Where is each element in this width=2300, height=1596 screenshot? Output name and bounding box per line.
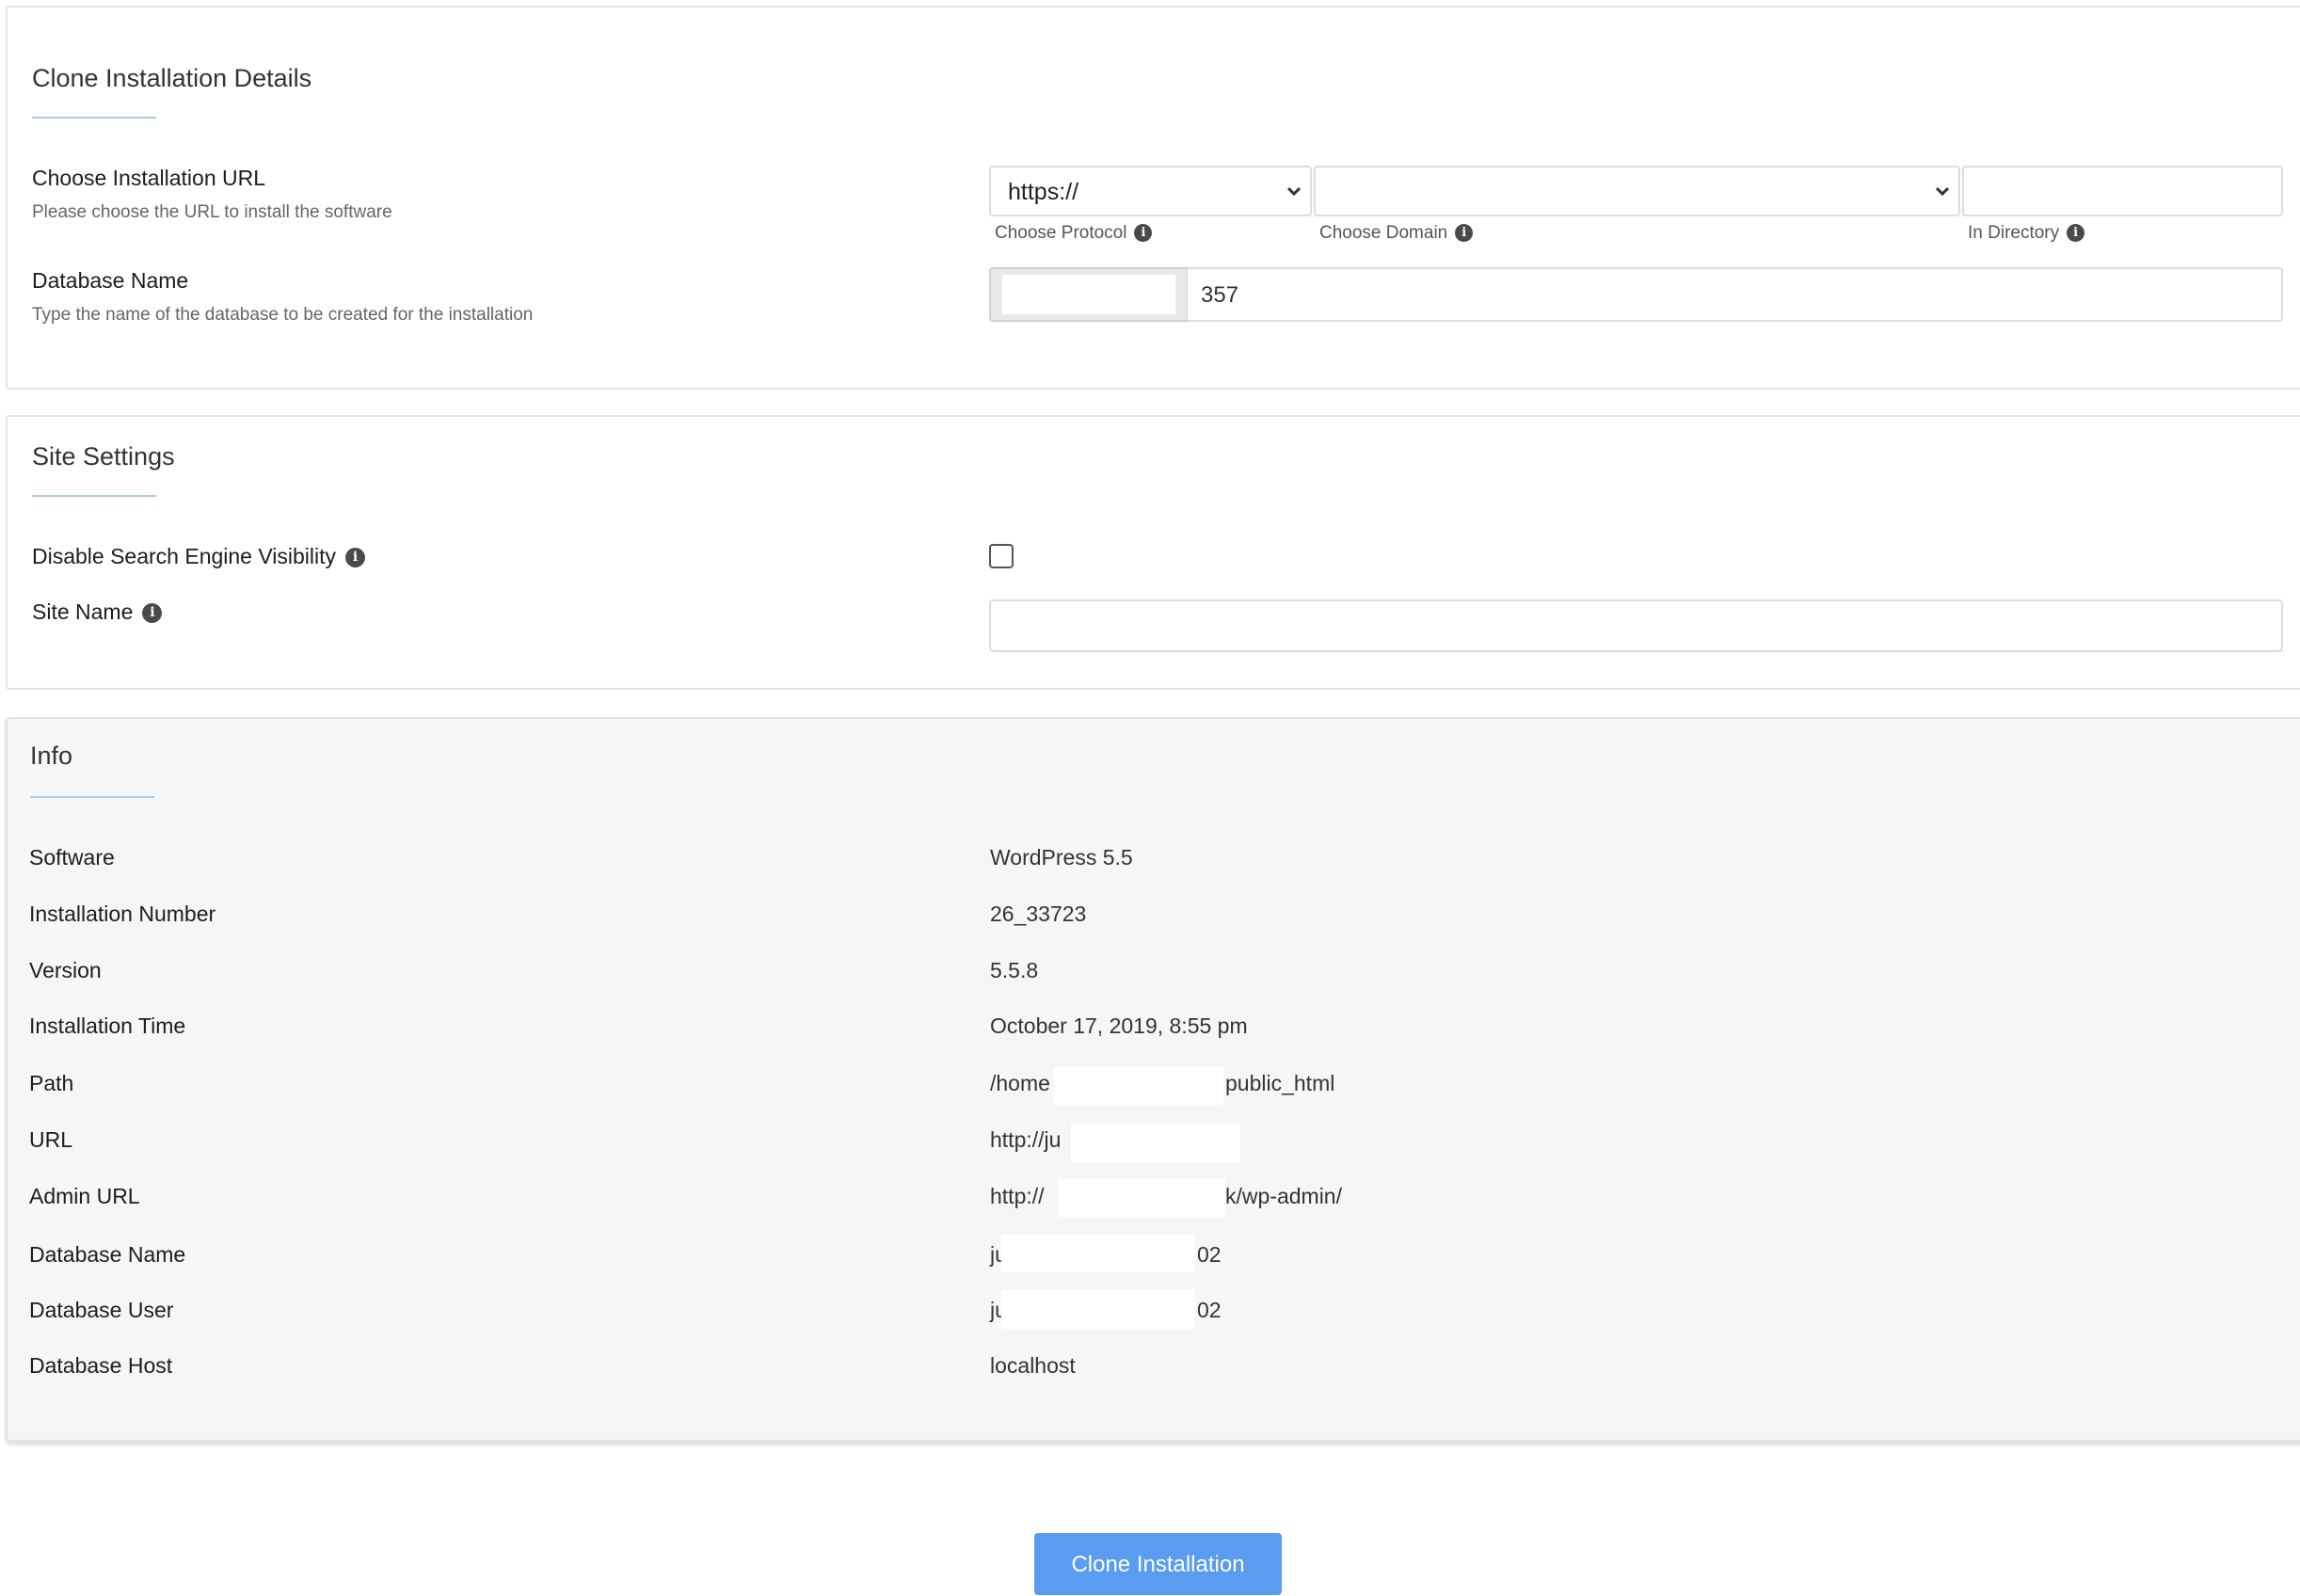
info-label-software: Software xyxy=(29,845,115,870)
search-visibility-label-text: Disable Search Engine Visibility xyxy=(32,544,337,568)
info-value-path: /home xyxy=(990,1071,1050,1095)
info-label-database-host: Database Host xyxy=(29,1353,173,1378)
panel-title-site-settings: Site Settings xyxy=(32,442,175,471)
panel-title-info: Info xyxy=(30,742,73,770)
info-circle-icon[interactable]: i xyxy=(1455,224,1474,243)
info-label-path: Path xyxy=(29,1071,74,1095)
info-label-admin-url: Admin URL xyxy=(29,1184,140,1208)
search-visibility-checkbox[interactable] xyxy=(989,544,1014,568)
chevron-down-icon xyxy=(1286,186,1302,197)
protocol-select[interactable]: https:// xyxy=(989,166,1312,216)
title-underline xyxy=(30,796,154,798)
search-visibility-label: Disable Search Engine Visibility i xyxy=(32,544,366,569)
directory-input[interactable] xyxy=(1962,166,2283,216)
domain-caption: Choose Domain i xyxy=(1319,223,1474,244)
redaction-block xyxy=(1001,1235,1195,1272)
site-name-label-text: Site Name xyxy=(32,599,134,624)
info-label-installation-number: Installation Number xyxy=(29,902,216,926)
info-circle-icon[interactable]: i xyxy=(345,548,366,568)
protocol-caption-text: Choose Protocol xyxy=(995,223,1127,243)
info-value-path-tail: public_html xyxy=(1225,1071,1335,1095)
database-prefix-field xyxy=(989,267,1189,322)
redaction-block xyxy=(1001,1289,1195,1329)
site-name-label: Site Name i xyxy=(32,599,163,625)
domain-caption-text: Choose Domain xyxy=(1319,223,1448,243)
chevron-down-icon xyxy=(1935,186,1950,197)
title-underline xyxy=(32,495,156,497)
database-prefix-value xyxy=(1002,275,1175,314)
info-label-version: Version xyxy=(29,958,102,982)
info-value-version: 5.5.8 xyxy=(990,958,1039,982)
database-name-label: Database Name xyxy=(32,268,189,293)
directory-caption: In Directory i xyxy=(1968,223,2085,244)
info-circle-icon[interactable]: i xyxy=(1134,224,1153,243)
panel-title-clone-details: Clone Installation Details xyxy=(32,64,312,92)
domain-select[interactable] xyxy=(1314,166,1960,216)
installation-url-help: Please choose the URL to install the sof… xyxy=(32,202,392,222)
redaction-block xyxy=(1054,1067,1223,1105)
info-label-installation-time: Installation Time xyxy=(29,1013,186,1038)
info-value-url: http://ju xyxy=(990,1127,1062,1152)
info-circle-icon[interactable]: i xyxy=(2067,224,2085,243)
database-name-help: Type the name of the database to be crea… xyxy=(32,305,534,325)
protocol-select-value: https:// xyxy=(1008,179,1079,205)
info-value-database-name-tail: 02 xyxy=(1197,1242,1222,1267)
database-name-value: 357 xyxy=(1201,282,1239,308)
info-label-url: URL xyxy=(29,1127,73,1152)
title-underline xyxy=(32,117,156,119)
info-label-database-name: Database Name xyxy=(29,1242,186,1267)
info-value-software: WordPress 5.5 xyxy=(990,845,1133,870)
clone-installation-button[interactable]: Clone Installation xyxy=(1034,1533,1282,1595)
info-value-installation-time: October 17, 2019, 8:55 pm xyxy=(990,1013,1248,1038)
info-value-admin-url-tail: k/wp-admin/ xyxy=(1225,1184,1342,1208)
info-value-database-user-tail: 02 xyxy=(1197,1298,1222,1322)
installation-url-label: Choose Installation URL xyxy=(32,166,266,190)
info-circle-icon[interactable]: i xyxy=(142,603,163,624)
site-name-input[interactable] xyxy=(989,599,2283,652)
redaction-block xyxy=(1058,1179,1225,1217)
info-value-database-host: localhost xyxy=(990,1353,1076,1378)
info-label-database-user: Database User xyxy=(29,1298,174,1322)
info-value-admin-url: http:// xyxy=(990,1184,1045,1208)
protocol-caption: Choose Protocol i xyxy=(995,223,1153,244)
clone-installation-page: Clone Installation Details Choose Instal… xyxy=(0,0,2300,1596)
info-value-installation-number: 26_33723 xyxy=(990,902,1087,926)
database-name-input[interactable]: 357 xyxy=(1188,267,2283,322)
redaction-block xyxy=(1071,1124,1240,1163)
directory-caption-text: In Directory xyxy=(1968,223,2060,243)
